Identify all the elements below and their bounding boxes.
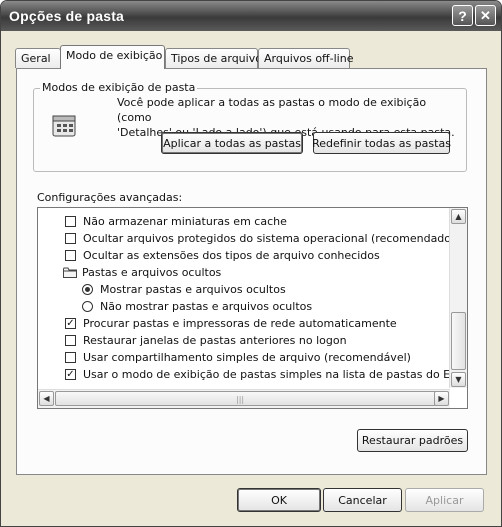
scroll-right-icon[interactable]: ▶ — [434, 391, 449, 406]
apply-to-all-folders-button[interactable]: Aplicar a todas as pastas — [161, 132, 303, 154]
close-button[interactable]: ✕ — [475, 5, 496, 26]
window-title: Opções de pasta — [9, 8, 125, 24]
setting-label: Não armazenar miniaturas em cache — [83, 215, 287, 228]
setting-label: Não mostrar pastas e arquivos ocultos — [100, 300, 313, 313]
setting-hide-protected-files[interactable]: Ocultar arquivos protegidos do sistema o… — [65, 230, 455, 247]
folder-icon — [63, 267, 77, 278]
vertical-scrollbar[interactable]: ▲ ▼ — [449, 208, 467, 388]
tab-offline-files[interactable]: Arquivos off-line — [258, 48, 353, 68]
ok-button[interactable]: OK — [237, 488, 321, 512]
folder-views-icon — [52, 115, 76, 137]
checkbox-icon[interactable] — [65, 335, 76, 346]
checkbox-icon[interactable] — [65, 352, 76, 363]
setting-no-thumbnail-cache[interactable]: Não armazenar miniaturas em cache — [65, 213, 287, 230]
setting-show-hidden-files[interactable]: Mostrar pastas e arquivos ocultos — [82, 281, 286, 298]
cancel-button[interactable]: Cancelar — [323, 488, 402, 512]
tab-file-types[interactable]: Tipos de arquivo — [165, 48, 262, 68]
scroll-grip-icon: ||| — [236, 395, 245, 404]
advanced-settings-list[interactable]: Não armazenar miniaturas em cache Oculta… — [37, 207, 468, 409]
help-button[interactable]: ? — [452, 5, 473, 26]
tab-view[interactable]: Modo de exibição — [60, 45, 165, 69]
title-bar[interactable]: Opções de pasta ? ✕ — [1, 1, 501, 31]
setting-hidden-files-folder: Pastas e arquivos ocultos — [63, 264, 221, 281]
setting-dont-show-hidden-files[interactable]: Não mostrar pastas e arquivos ocultos — [82, 298, 312, 315]
folder-options-window: Opções de pasta ? ✕ Geral Modo de exibiç… — [0, 0, 502, 527]
vertical-scroll-thumb[interactable] — [451, 312, 466, 370]
radio-selected-icon[interactable] — [82, 284, 93, 295]
setting-label: Restaurar janelas de pastas anteriores n… — [83, 334, 347, 347]
radio-icon[interactable] — [82, 301, 93, 312]
folder-views-legend: Modos de exibição de pasta — [40, 81, 198, 94]
setting-label: Pastas e arquivos ocultos — [82, 266, 222, 279]
setting-label: Procurar pastas e impressoras de rede au… — [83, 317, 397, 330]
checkbox-icon[interactable] — [65, 216, 76, 227]
horizontal-scrollbar[interactable]: ◀ ||| ▶ — [38, 389, 450, 408]
apply-button[interactable]: Aplicar — [405, 488, 484, 512]
reset-all-folders-button[interactable]: Redefinir todas as pastas — [312, 132, 451, 154]
horizontal-scroll-thumb[interactable]: ||| — [55, 391, 440, 406]
setting-simple-folder-view[interactable]: ✓ Usar o modo de exibição de pastas simp… — [65, 366, 468, 383]
setting-label: Ocultar arquivos protegidos do sistema o… — [83, 232, 456, 245]
scroll-down-icon[interactable]: ▼ — [451, 372, 466, 387]
setting-hide-extensions[interactable]: Ocultar as extensões dos tipos de arquiv… — [65, 247, 380, 264]
scroll-up-icon[interactable]: ▲ — [451, 209, 466, 224]
folder-views-description-line1: Você pode aplicar a todas as pastas o mo… — [117, 96, 427, 124]
setting-label: Ocultar as extensões dos tipos de arquiv… — [83, 249, 380, 262]
setting-auto-search-network[interactable]: ✓ Procurar pastas e impressoras de rede … — [65, 315, 397, 332]
checkbox-checked-icon[interactable]: ✓ — [65, 369, 76, 380]
tab-general[interactable]: Geral — [15, 48, 61, 68]
setting-label: Usar compartilhamento simples de arquivo… — [83, 351, 411, 364]
scroll-left-icon[interactable]: ◀ — [39, 391, 54, 406]
setting-restore-windows[interactable]: Restaurar janelas de pastas anteriores n… — [65, 332, 347, 349]
checkbox-icon[interactable] — [65, 233, 76, 244]
checkbox-checked-icon[interactable]: ✓ — [65, 318, 76, 329]
setting-label: Mostrar pastas e arquivos ocultos — [100, 283, 286, 296]
tab-panel-view: Modos de exibição de pasta Você pode apl… — [16, 68, 487, 475]
advanced-settings-label: Configurações avançadas: — [37, 191, 183, 204]
checkbox-icon[interactable] — [65, 250, 76, 261]
setting-simple-sharing[interactable]: Usar compartilhamento simples de arquivo… — [65, 349, 411, 366]
restore-defaults-button[interactable]: Restaurar padrões — [357, 429, 468, 452]
setting-label: Usar o modo de exibição de pastas simple… — [83, 368, 468, 381]
